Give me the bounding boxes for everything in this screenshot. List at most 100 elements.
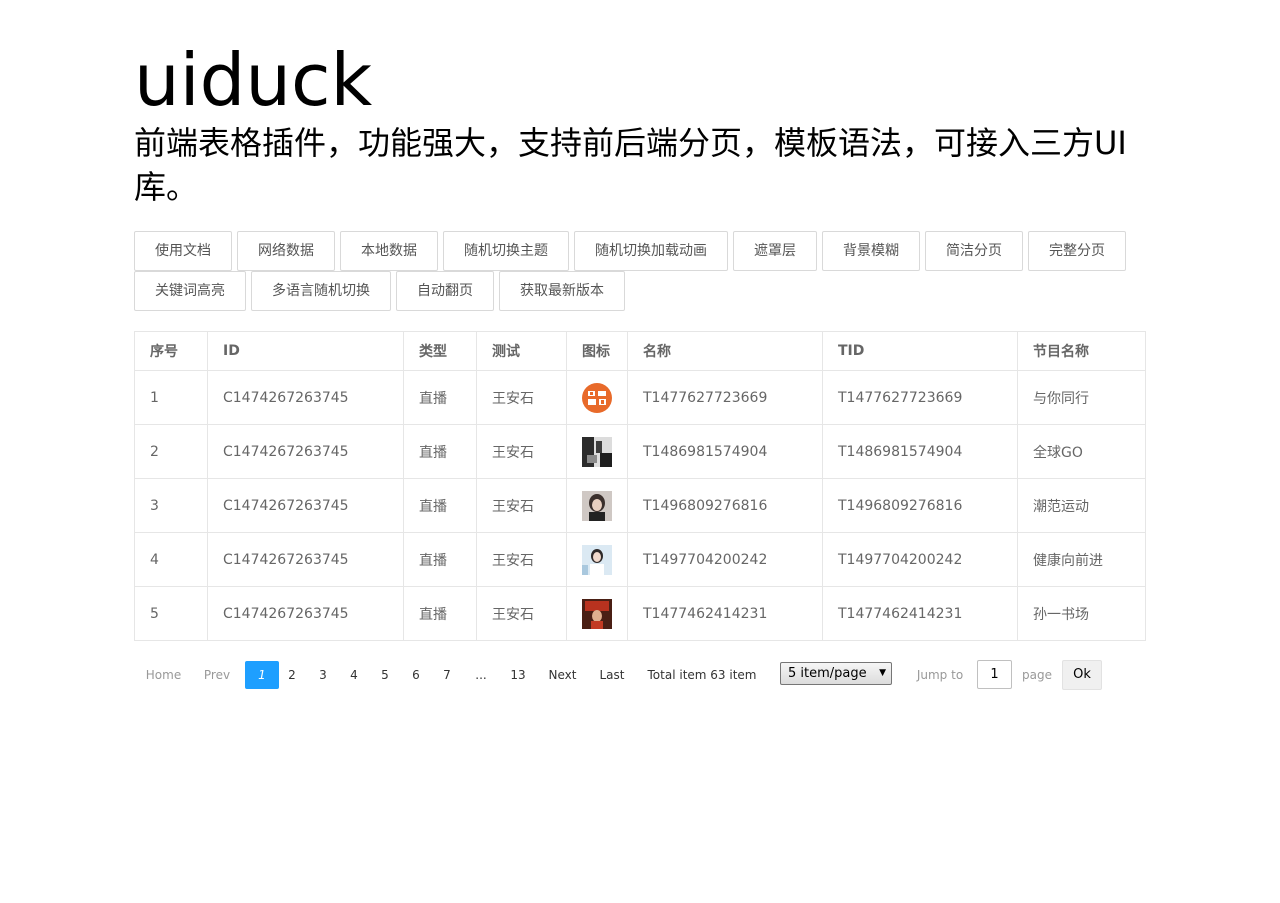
table-row[interactable]: 2 C1474267263745 直播 王安石 T1486981574904 T… [134, 424, 1146, 479]
cell-program: 潮范运动 [1017, 478, 1146, 533]
program-photo-icon [582, 544, 612, 575]
dropdown-arrow-icon: ▼ [879, 668, 886, 678]
pagination: Home Prev 1 2 3 4 5 6 7 ... 13 Next Last… [134, 660, 1145, 690]
cell-icon [566, 370, 628, 425]
page-prev-link[interactable]: Prev [198, 661, 236, 689]
page-link[interactable]: 13 [504, 661, 532, 689]
page-next-link[interactable]: Next [544, 661, 581, 689]
background-blur-button[interactable]: 背景模糊 [822, 231, 920, 271]
cell-type: 直播 [403, 532, 477, 587]
page-size-value: 5 item/page [788, 666, 867, 681]
cell-id: C1474267263745 [207, 586, 404, 641]
full-pagination-button[interactable]: 完整分页 [1028, 231, 1126, 271]
page-unit-label: page [1022, 668, 1052, 682]
cell-test: 王安石 [476, 586, 567, 641]
cell-name: T1477627723669 [627, 370, 823, 425]
latest-version-button[interactable]: 获取最新版本 [499, 271, 625, 311]
page-subtitle: 前端表格插件，功能强大，支持前后端分页，模板语法，可接入三方UI库。 [134, 124, 1127, 206]
brand-title: uiduck [134, 38, 373, 122]
cell-tid: T1477462414231 [822, 586, 1018, 641]
page-link[interactable]: 7 [437, 661, 457, 689]
table-row[interactable]: 4 C1474267263745 直播 王安石 T1497704200242 T… [134, 532, 1146, 587]
cell-id: C1474267263745 [207, 370, 404, 425]
program-photo-icon [582, 490, 612, 521]
page-home-link[interactable]: Home [134, 661, 193, 689]
cell-name: T1486981574904 [627, 424, 823, 479]
auto-page-button[interactable]: 自动翻页 [396, 271, 494, 311]
cell-test: 王安石 [476, 424, 567, 479]
header-tid[interactable]: TID [822, 331, 1018, 371]
cell-tid: T1486981574904 [822, 424, 1018, 479]
cell-program: 孙一书场 [1017, 586, 1146, 641]
cell-tid: T1497704200242 [822, 532, 1018, 587]
table-row[interactable]: 3 C1474267263745 直播 王安石 T1496809276816 T… [134, 478, 1146, 533]
cell-program: 与你同行 [1017, 370, 1146, 425]
cell-tid: T1496809276816 [822, 478, 1018, 533]
cell-no: 5 [134, 586, 208, 641]
cell-program: 健康向前进 [1017, 532, 1146, 587]
cell-id: C1474267263745 [207, 424, 404, 479]
cell-name: T1477462414231 [627, 586, 823, 641]
program-photo-icon [582, 436, 612, 467]
cell-test: 王安石 [476, 532, 567, 587]
docs-button[interactable]: 使用文档 [134, 231, 232, 271]
data-table: 序号 ID 类型 测试 图标 名称 TID 节目名称 1 C1474267263… [134, 331, 1146, 641]
toolbar-row-2: 关键词高亮 多语言随机切换 自动翻页 获取最新版本 [134, 271, 1145, 311]
jump-page-input[interactable]: 1 [977, 660, 1012, 689]
jump-to-label: Jump to [916, 668, 964, 682]
demo-toolbar: 使用文档 网络数据 本地数据 随机切换主题 随机切换加载动画 遮罩层 背景模糊 … [134, 231, 1145, 311]
page-size-select[interactable]: 5 item/page ▼ [780, 662, 892, 685]
network-data-button[interactable]: 网络数据 [237, 231, 335, 271]
cell-icon [566, 586, 628, 641]
page-link[interactable]: 6 [406, 661, 426, 689]
cell-name: T1496809276816 [627, 478, 823, 533]
cell-no: 4 [134, 532, 208, 587]
local-data-button[interactable]: 本地数据 [340, 231, 438, 271]
random-language-button[interactable]: 多语言随机切换 [251, 271, 391, 311]
header-type[interactable]: 类型 [403, 331, 477, 371]
table-row[interactable]: 5 C1474267263745 直播 王安石 T1477462414231 T… [134, 586, 1146, 641]
cell-id: C1474267263745 [207, 478, 404, 533]
jump-ok-button[interactable]: Ok [1062, 660, 1102, 690]
keyword-highlight-button[interactable]: 关键词高亮 [134, 271, 246, 311]
cell-no: 3 [134, 478, 208, 533]
cell-icon [566, 532, 628, 587]
header-icon[interactable]: 图标 [566, 331, 628, 371]
program-logo-icon [582, 382, 612, 413]
header-no[interactable]: 序号 [134, 331, 208, 371]
cell-test: 王安石 [476, 478, 567, 533]
cell-type: 直播 [403, 370, 477, 425]
mask-layer-button[interactable]: 遮罩层 [733, 231, 817, 271]
cell-no: 1 [134, 370, 208, 425]
table-row[interactable]: 1 C1474267263745 直播 王安石 T1477627723669 T… [134, 370, 1146, 425]
cell-tid: T1477627723669 [822, 370, 1018, 425]
cell-icon [566, 424, 628, 479]
page-ellipsis: ... [475, 668, 487, 682]
toolbar-row-1: 使用文档 网络数据 本地数据 随机切换主题 随机切换加载动画 遮罩层 背景模糊 … [134, 231, 1145, 271]
header-test[interactable]: 测试 [476, 331, 567, 371]
page-link[interactable]: 4 [344, 661, 364, 689]
header-name[interactable]: 名称 [627, 331, 823, 371]
page-last-link[interactable]: Last [594, 661, 630, 689]
cell-type: 直播 [403, 478, 477, 533]
header-id[interactable]: ID [207, 331, 404, 371]
header-program[interactable]: 节目名称 [1017, 331, 1146, 371]
program-photo-icon [582, 598, 612, 629]
page-link-current[interactable]: 1 [245, 661, 279, 689]
cell-test: 王安石 [476, 370, 567, 425]
cell-type: 直播 [403, 424, 477, 479]
random-theme-button[interactable]: 随机切换主题 [443, 231, 569, 271]
total-items-label: Total item 63 item [647, 668, 757, 682]
cell-type: 直播 [403, 586, 477, 641]
cell-id: C1474267263745 [207, 532, 404, 587]
page-link[interactable]: 3 [313, 661, 333, 689]
cell-program: 全球GO [1017, 424, 1146, 479]
simple-pagination-button[interactable]: 简洁分页 [925, 231, 1023, 271]
table-header-row: 序号 ID 类型 测试 图标 名称 TID 节目名称 [134, 331, 1146, 371]
cell-icon [566, 478, 628, 533]
cell-no: 2 [134, 424, 208, 479]
cell-name: T1497704200242 [627, 532, 823, 587]
random-loading-animation-button[interactable]: 随机切换加载动画 [574, 231, 728, 271]
page-link[interactable]: 2 [282, 661, 302, 689]
page-link[interactable]: 5 [375, 661, 395, 689]
